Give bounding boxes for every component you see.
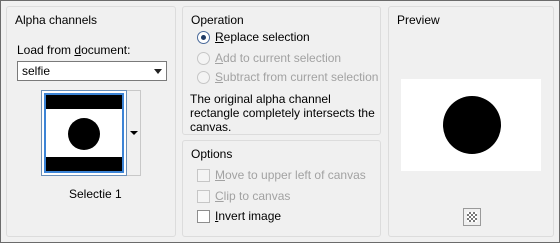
- preview-title: Preview: [397, 13, 440, 27]
- alpha-channels-title: Alpha channels: [15, 13, 98, 27]
- operation-title: Operation: [191, 13, 244, 27]
- document-select[interactable]: selfie: [17, 61, 167, 81]
- document-select-value: selfie: [22, 64, 51, 78]
- alpha-channel-thumbnail[interactable]: [41, 90, 127, 176]
- load-from-document-label: Load from document:: [17, 43, 131, 57]
- radio-icon: [197, 71, 210, 84]
- thumbnail-top-bar: [46, 95, 122, 109]
- transparency-toggle-button[interactable]: [463, 208, 481, 226]
- preview-circle: [443, 96, 501, 154]
- checkbox-icon: [197, 210, 210, 223]
- checkbox-icon: [197, 190, 210, 203]
- options-title: Options: [191, 147, 233, 161]
- load-selection-dialog: Alpha channels Load from document: selfi…: [1, 1, 559, 242]
- checkerboard-icon: [467, 212, 477, 222]
- thumbnail-dropdown-button[interactable]: [127, 90, 141, 176]
- chevron-down-icon: [154, 69, 162, 74]
- preview-image: [401, 79, 541, 171]
- thumbnail-bottom-bar: [46, 157, 122, 171]
- thumbnail-caption: Selectie 1: [69, 187, 122, 201]
- thumbnail-circle: [68, 118, 100, 150]
- radio-icon: [197, 52, 210, 65]
- checkbox-icon: [197, 169, 210, 182]
- radio-selected-icon: [197, 31, 210, 44]
- operation-description: The original alpha channel rectangle com…: [190, 92, 375, 134]
- thumbnail-image: [44, 93, 124, 173]
- triangle-down-icon: [130, 131, 138, 135]
